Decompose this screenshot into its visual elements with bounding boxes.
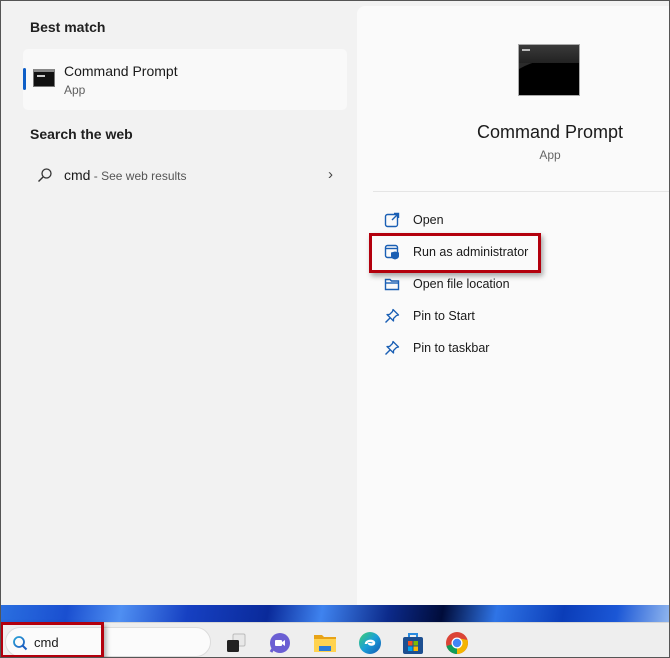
action-label: Pin to Start [413, 309, 475, 323]
best-match-item[interactable]: Command Prompt App [23, 49, 347, 110]
chrome-icon[interactable] [445, 631, 469, 655]
microsoft-store-icon[interactable] [401, 631, 425, 655]
file-explorer-icon[interactable] [313, 631, 337, 655]
folder-icon [384, 278, 400, 291]
action-pin-to-taskbar[interactable]: Pin to taskbar [384, 336, 664, 362]
pin-icon [385, 340, 400, 355]
best-match-heading: Best match [30, 19, 106, 35]
web-query-text: cmd [64, 167, 91, 183]
action-label: Pin to taskbar [413, 341, 490, 355]
search-results-pane: Best match Command Prompt App Search the… [1, 1, 357, 605]
divider [373, 191, 669, 192]
best-match-type: App [64, 83, 86, 97]
selection-indicator [23, 68, 26, 90]
detail-app-name: Command Prompt [476, 122, 624, 142]
web-result-item[interactable]: cmd - See web results › [23, 159, 347, 191]
pin-icon [385, 308, 400, 323]
best-match-name: Command Prompt [64, 63, 178, 79]
highlight-taskbar-search [0, 622, 104, 658]
search-web-heading: Search the web [30, 126, 133, 142]
web-hint-text: See web results [101, 169, 187, 183]
app-details-pane: Command Prompt App Open Run as administr… [357, 6, 669, 605]
chevron-right-icon[interactable]: › [328, 166, 333, 183]
action-label: Open file location [413, 277, 510, 291]
action-label: Open [413, 213, 444, 227]
action-open[interactable]: Open [384, 208, 664, 234]
teams-chat-icon[interactable] [268, 631, 292, 655]
web-separator: - [90, 169, 102, 183]
task-view-icon[interactable] [224, 631, 248, 655]
action-pin-to-start[interactable]: Pin to Start [384, 304, 664, 330]
open-external-icon [384, 212, 400, 228]
detail-app-type: App [539, 148, 561, 162]
search-icon [38, 168, 52, 182]
action-open-file-location[interactable]: Open file location [384, 272, 664, 298]
desktop-wallpaper [1, 605, 669, 622]
command-prompt-large-icon [518, 44, 580, 96]
edge-icon[interactable] [358, 631, 382, 655]
command-prompt-icon [33, 69, 55, 87]
highlight-run-as-admin [369, 233, 541, 273]
